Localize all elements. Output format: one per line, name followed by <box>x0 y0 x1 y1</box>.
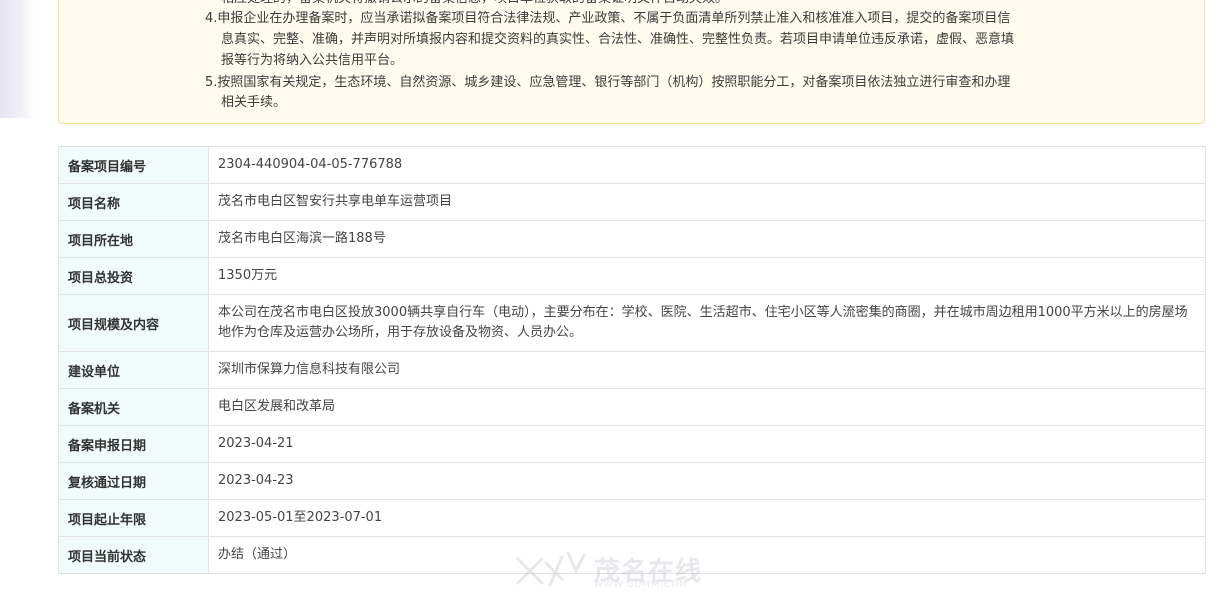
row-label: 项目规模及内容 <box>58 294 209 352</box>
notice-line: 4.申报企业在办理备案时，应当承诺拟备案项目符合法律法规、产业政策、不属于负面清… <box>205 11 1011 26</box>
row-label: 项目所在地 <box>58 220 209 258</box>
row-value: 深圳市保算力信息科技有限公司 <box>208 351 1206 389</box>
watermark-logo-icon <box>516 551 586 587</box>
left-edge-shade <box>0 0 34 118</box>
row-value: 茂名市电白区智安行共享电单车运营项目 <box>208 183 1206 221</box>
row-label: 建设单位 <box>58 351 209 389</box>
row-value: 2023-05-01至2023-07-01 <box>208 499 1206 537</box>
table-row: 备案申报日期 2023-04-21 <box>58 425 1206 463</box>
table-row: 复核通过日期 2023-04-23 <box>58 462 1206 500</box>
row-value: 电白区发展和改革局 <box>208 388 1206 426</box>
table-row: 建设单位 深圳市保算力信息科技有限公司 <box>58 351 1206 389</box>
row-value: 本公司在茂名市电白区投放3000辆共享自行车（电动），主要分布在：学校、医院、生… <box>208 294 1206 352</box>
row-value: 2023-04-21 <box>208 425 1206 463</box>
row-value: 2023-04-23 <box>208 462 1206 500</box>
notice-line: 相关手续。 <box>221 95 287 110</box>
notice-line: 相应处理的，备案机关将撤销公示的备案信息，项目单位获取的备案证明文件自动失效。 <box>221 0 728 9</box>
notice-line: 报等行为将纳入公共信用平台。 <box>221 53 404 68</box>
row-value: 茂名市电白区海滨一路188号 <box>208 220 1206 258</box>
project-info-table: 备案项目编号 2304-440904-04-05-776788 项目名称 茂名市… <box>58 146 1206 574</box>
table-row: 项目规模及内容 本公司在茂名市电白区投放3000辆共享自行车（电动），主要分布在… <box>58 294 1206 352</box>
watermark-url: WWW.GDMM.COM <box>594 580 688 590</box>
notice-box: 相应处理的，备案机关将撤销公示的备案信息，项目单位获取的备案证明文件自动失效。 … <box>58 0 1205 124</box>
table-row: 备案项目编号 2304-440904-04-05-776788 <box>58 146 1206 184</box>
table-row: 项目总投资 1350万元 <box>58 257 1206 295</box>
row-label: 项目名称 <box>58 183 209 221</box>
row-label: 备案申报日期 <box>58 425 209 463</box>
row-label: 项目当前状态 <box>58 536 209 574</box>
site-watermark: 茂名在线 WWW.GDMM.COM <box>512 549 712 593</box>
table-row: 备案机关 电白区发展和改革局 <box>58 388 1206 426</box>
notice-line: 息真实、完整、准确，并声明对所填报内容和提交资料的真实性、合法性、准确性、完整性… <box>221 32 1015 47</box>
row-label: 备案项目编号 <box>58 146 209 184</box>
notice-line: 5.按照国家有关规定，生态环境、自然资源、城乡建设、应急管理、银行等部门（机构）… <box>205 75 1011 90</box>
table-row: 项目所在地 茂名市电白区海滨一路188号 <box>58 220 1206 258</box>
row-label: 项目起止年限 <box>58 499 209 537</box>
row-label: 项目总投资 <box>58 257 209 295</box>
row-label: 备案机关 <box>58 388 209 426</box>
table-row: 项目名称 茂名市电白区智安行共享电单车运营项目 <box>58 183 1206 221</box>
row-value: 2304-440904-04-05-776788 <box>208 146 1206 184</box>
table-row: 项目起止年限 2023-05-01至2023-07-01 <box>58 499 1206 537</box>
row-label: 复核通过日期 <box>58 462 209 500</box>
row-value: 1350万元 <box>208 257 1206 295</box>
